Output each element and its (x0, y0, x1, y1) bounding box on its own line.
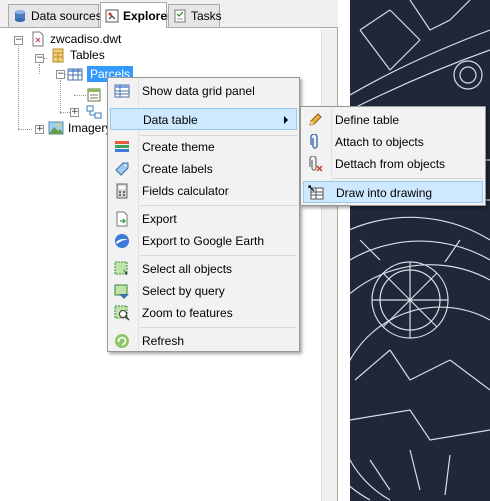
explorer-icon (105, 9, 119, 23)
drawing-file-icon (30, 31, 46, 47)
theme-icon (114, 139, 130, 155)
menu-separator (140, 205, 297, 206)
expand-toggle[interactable]: + (35, 125, 44, 134)
google-earth-icon (114, 233, 130, 249)
draw-table-icon (308, 185, 324, 201)
menu-item-label: Export (142, 212, 177, 226)
tasks-icon (173, 9, 187, 23)
tab-tasks[interactable]: Tasks (168, 4, 222, 27)
table-icon (67, 66, 83, 82)
menu-item-export[interactable]: Export (110, 208, 297, 230)
field-list-icon (86, 87, 102, 103)
menu-item-show-data-grid[interactable]: Show data grid panel (110, 80, 297, 102)
menu-separator (333, 178, 483, 179)
tree-node-child[interactable] (86, 87, 106, 103)
zoom-features-icon (114, 305, 130, 321)
export-icon (114, 211, 130, 227)
tab-data-sources[interactable]: Data sources (8, 4, 102, 27)
submenu-item-draw-into-drawing[interactable]: Draw into drawing (303, 181, 483, 203)
menu-item-label: Data table (143, 113, 198, 127)
menu-separator (140, 327, 297, 328)
paperclip-icon (307, 133, 323, 150)
menu-item-create-labels[interactable]: Create labels (110, 158, 297, 180)
collapse-toggle[interactable]: − (56, 70, 65, 79)
menu-item-label: Dettach from objects (335, 157, 446, 171)
tab-label: Tasks (191, 9, 222, 23)
tree-node-label: Imagery (68, 121, 112, 135)
menu-item-label: Export to Google Earth (142, 234, 265, 248)
menu-item-label: Create labels (142, 162, 213, 176)
detach-icon (307, 155, 323, 172)
menu-item-label: Zoom to features (142, 306, 233, 320)
menu-item-zoom-features[interactable]: Zoom to features (110, 302, 297, 324)
tree-line (18, 44, 19, 129)
menu-item-label: Attach to objects (335, 135, 424, 149)
menu-item-label: Define table (335, 113, 400, 127)
splitter[interactable] (338, 0, 350, 501)
submenu-arrow-icon (284, 116, 288, 124)
tables-folder-icon (50, 47, 66, 63)
tree-node-imagery[interactable]: Imagery (48, 120, 111, 136)
expand-toggle[interactable]: + (70, 108, 79, 117)
menu-item-select-all[interactable]: Select all objects (110, 258, 297, 280)
menu-item-fields-calculator[interactable]: Fields calculator (110, 180, 297, 202)
select-all-icon (114, 261, 130, 277)
tree-node-label: zwcadiso.dwt (50, 32, 122, 46)
menu-item-label: Refresh (142, 334, 185, 348)
menu-item-label: Select all objects (142, 262, 233, 276)
data-table-submenu: Define table Attach to objects Dettach f… (300, 106, 486, 206)
labels-icon (114, 161, 130, 177)
tree-node-label: Tables (70, 48, 105, 62)
submenu-item-detach[interactable]: Dettach from objects (303, 153, 483, 175)
tree-node-child[interactable] (86, 104, 106, 120)
menu-separator (140, 255, 297, 256)
menu-item-export-google-earth[interactable]: Export to Google Earth (110, 230, 297, 252)
menu-item-data-table[interactable]: Data table (110, 108, 297, 130)
collapse-toggle[interactable]: − (35, 54, 44, 63)
tab-label: Explorer (123, 8, 172, 23)
context-menu: Show data grid panel Data table Create t… (107, 77, 300, 352)
menu-item-refresh[interactable]: Refresh (110, 330, 297, 352)
tree-node-tables[interactable]: Tables (50, 47, 105, 63)
pencil-icon (307, 112, 323, 128)
menu-item-label: Draw into drawing (336, 186, 433, 200)
submenu-item-define-table[interactable]: Define table (303, 109, 483, 131)
calculator-icon (114, 183, 130, 199)
refresh-icon (114, 333, 130, 349)
grid-panel-icon (114, 83, 130, 99)
tab-explorer[interactable]: Explorer (100, 2, 172, 28)
menu-item-label: Show data grid panel (142, 84, 255, 98)
tab-label: Data sources (31, 9, 102, 23)
submenu-item-attach[interactable]: Attach to objects (303, 131, 483, 153)
tree-line (18, 129, 32, 130)
menu-item-label: Create theme (142, 140, 215, 154)
tree-line (74, 95, 86, 96)
menu-item-create-theme[interactable]: Create theme (110, 136, 297, 158)
drawing-canvas[interactable] (350, 0, 490, 501)
tree-node-root[interactable]: zwcadiso.dwt (30, 31, 121, 47)
cad-drawing (350, 0, 490, 501)
database-icon (13, 9, 27, 23)
collapse-toggle[interactable]: − (14, 36, 23, 45)
panel-tab-strip: Data sources Explorer Tasks (0, 0, 338, 28)
vertical-scrollbar[interactable] (321, 29, 337, 501)
menu-item-select-by-query[interactable]: Select by query (110, 280, 297, 302)
tree-line (60, 80, 61, 114)
menu-item-label: Fields calculator (142, 184, 229, 198)
select-query-icon (114, 283, 130, 299)
tree-line (39, 64, 40, 74)
relation-icon (86, 104, 102, 120)
imagery-icon (48, 120, 64, 136)
menu-item-label: Select by query (142, 284, 225, 298)
